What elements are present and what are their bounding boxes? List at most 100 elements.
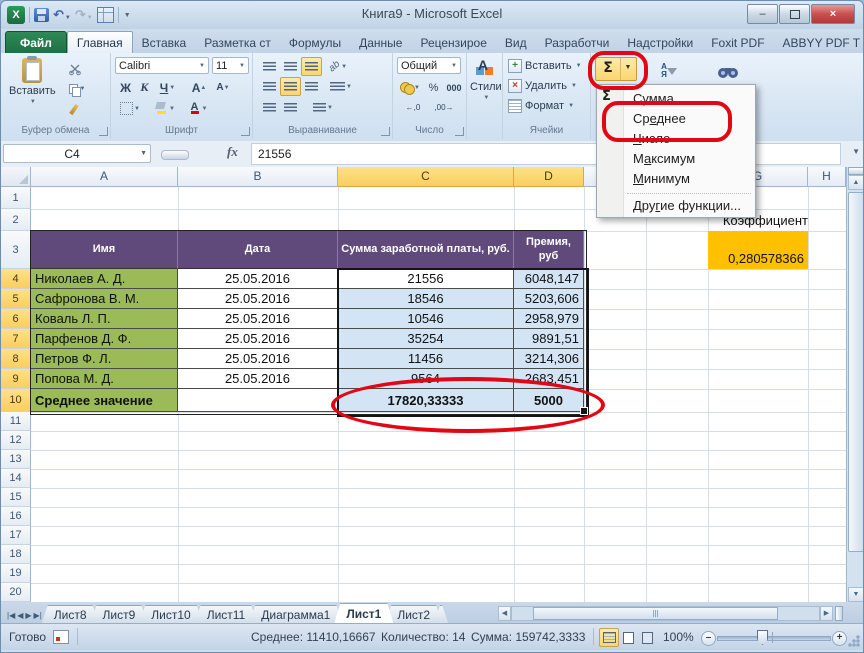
- cell-B10[interactable]: [178, 389, 338, 412]
- cell-G3[interactable]: 0,280578366: [708, 231, 808, 269]
- cell-C3[interactable]: Сумма заработной платы, руб.: [338, 231, 514, 269]
- menu-item-min[interactable]: Минимум: [597, 168, 755, 188]
- tab-data[interactable]: Данные: [350, 32, 411, 53]
- row-header-18[interactable]: 18: [1, 545, 31, 564]
- align-bottom-button[interactable]: [301, 57, 322, 76]
- menu-item-max[interactable]: Максимум: [597, 148, 755, 168]
- decrease-indent-button[interactable]: [259, 98, 280, 117]
- shrink-font-button[interactable]: А▼: [211, 78, 235, 97]
- name-box[interactable]: C4▼: [3, 144, 151, 163]
- select-all-corner[interactable]: [1, 167, 31, 187]
- first-sheet-icon[interactable]: |◀: [7, 611, 15, 620]
- format-cells-button[interactable]: Формат▼: [508, 98, 574, 114]
- cell-D4[interactable]: 6048,147: [514, 269, 584, 289]
- cell-D3[interactable]: Премия, руб: [514, 231, 584, 269]
- row-header-19[interactable]: 19: [1, 564, 31, 583]
- align-top-button[interactable]: [259, 57, 280, 76]
- sheet-tab-list9[interactable]: Лист9: [91, 605, 148, 623]
- row-header-7[interactable]: 7: [1, 329, 31, 349]
- accounting-format-button[interactable]: ▼: [396, 78, 424, 97]
- sheet-tab-list1[interactable]: Лист1: [334, 603, 393, 623]
- styles-button[interactable]: A Стили ▼: [470, 59, 502, 101]
- paste-button[interactable]: Вставить ▼: [9, 58, 56, 105]
- cell-B7[interactable]: 25.05.2016: [178, 329, 338, 349]
- insert-cells-button[interactable]: +Вставить▼: [508, 58, 582, 74]
- column-header-C[interactable]: C: [338, 167, 514, 187]
- menu-item-average[interactable]: Среднее: [597, 108, 755, 128]
- dialog-launcher-icon[interactable]: [455, 127, 464, 136]
- tab-formulas[interactable]: Формулы: [280, 32, 350, 53]
- align-right-button[interactable]: [301, 77, 322, 96]
- prev-sheet-icon[interactable]: ◀: [17, 611, 23, 620]
- tab-home[interactable]: Главная: [67, 31, 133, 53]
- tab-addins[interactable]: Надстройки: [618, 32, 702, 53]
- number-format-select[interactable]: Общий▼: [397, 57, 461, 74]
- cell-C7[interactable]: 35254: [338, 329, 514, 349]
- cell-A9[interactable]: Попова М. Д.: [31, 369, 178, 389]
- cell-A10[interactable]: Среднее значение: [31, 389, 178, 412]
- horizontal-scrollbar[interactable]: ◀ ▶: [498, 605, 843, 621]
- normal-view-button[interactable]: [599, 628, 619, 647]
- row-header-10[interactable]: 10: [1, 389, 31, 412]
- page-layout-view-button[interactable]: [618, 628, 638, 647]
- format-painter-button[interactable]: [63, 99, 85, 119]
- tab-split-handle[interactable]: [835, 606, 843, 621]
- column-header-D[interactable]: D: [514, 167, 584, 187]
- tab-view[interactable]: Вид: [496, 32, 536, 53]
- row-header-2[interactable]: 2: [1, 209, 31, 231]
- cell-A8[interactable]: Петров Ф. Л.: [31, 349, 178, 369]
- tab-page-layout[interactable]: Разметка ст: [195, 32, 280, 53]
- cell-D5[interactable]: 5203,606: [514, 289, 584, 309]
- grow-font-button[interactable]: А▲: [187, 78, 211, 97]
- cell-B4[interactable]: 25.05.2016: [178, 269, 338, 289]
- borders-button[interactable]: ▼: [116, 99, 144, 118]
- close-button[interactable]: ×: [811, 4, 855, 24]
- split-handle[interactable]: [848, 167, 864, 175]
- cell-B9[interactable]: 25.05.2016: [178, 369, 338, 389]
- menu-item-more-functions[interactable]: Другие функции...: [597, 195, 755, 215]
- column-header-B[interactable]: B: [178, 167, 338, 187]
- percent-style-button[interactable]: %: [424, 78, 443, 97]
- expand-formula-bar-icon[interactable]: ▼: [852, 147, 860, 156]
- align-left-button[interactable]: [259, 77, 280, 96]
- scroll-right-button[interactable]: ▶: [820, 606, 833, 621]
- row-header-3[interactable]: 3: [1, 231, 31, 269]
- sheet-tab-list2[interactable]: Лист2: [385, 605, 442, 623]
- comma-style-button[interactable]: 000: [442, 78, 466, 97]
- sheet-tab-list11[interactable]: Лист11: [195, 605, 258, 623]
- cell-C10[interactable]: 17820,33333: [338, 389, 514, 412]
- column-header-A[interactable]: A: [31, 167, 178, 187]
- cell-B5[interactable]: 25.05.2016: [178, 289, 338, 309]
- cell-B6[interactable]: 25.05.2016: [178, 309, 338, 329]
- scroll-up-button[interactable]: ▲: [848, 175, 864, 190]
- row-header-9[interactable]: 9: [1, 369, 31, 389]
- column-header-H[interactable]: H: [808, 167, 846, 187]
- row-header-5[interactable]: 5: [1, 289, 31, 309]
- namebox-resize-handle[interactable]: [161, 150, 189, 160]
- tab-review[interactable]: Рецензирое: [411, 32, 495, 53]
- cell-B8[interactable]: 25.05.2016: [178, 349, 338, 369]
- resize-grip[interactable]: [848, 635, 860, 647]
- cell-C5[interactable]: 18546: [338, 289, 514, 309]
- row-header-20[interactable]: 20: [1, 583, 31, 602]
- chevron-down-icon[interactable]: ▼: [620, 58, 635, 80]
- wrap-text-button[interactable]: ▼: [309, 98, 337, 117]
- cell-C9[interactable]: 9564: [338, 369, 514, 389]
- scroll-down-button[interactable]: ▼: [848, 587, 864, 602]
- row-header-6[interactable]: 6: [1, 309, 31, 329]
- row-header-14[interactable]: 14: [1, 469, 31, 488]
- row-header-4[interactable]: 4: [1, 269, 31, 289]
- underline-button[interactable]: Ч▼: [154, 78, 181, 97]
- zoom-out-button[interactable]: –: [701, 631, 716, 646]
- page-break-view-button[interactable]: [637, 628, 657, 647]
- row-header-12[interactable]: 12: [1, 431, 31, 450]
- zoom-slider-track[interactable]: [717, 636, 831, 641]
- maximize-button[interactable]: [779, 4, 810, 24]
- row-header-16[interactable]: 16: [1, 507, 31, 526]
- tab-abbyy[interactable]: ABBYY PDF T: [774, 32, 864, 53]
- decrease-decimal-button[interactable]: ,00→: [429, 98, 459, 117]
- menu-item-sum[interactable]: Сумма: [597, 88, 755, 108]
- align-center-button[interactable]: [280, 77, 301, 96]
- vertical-scroll-thumb[interactable]: [848, 192, 864, 552]
- row-header-8[interactable]: 8: [1, 349, 31, 369]
